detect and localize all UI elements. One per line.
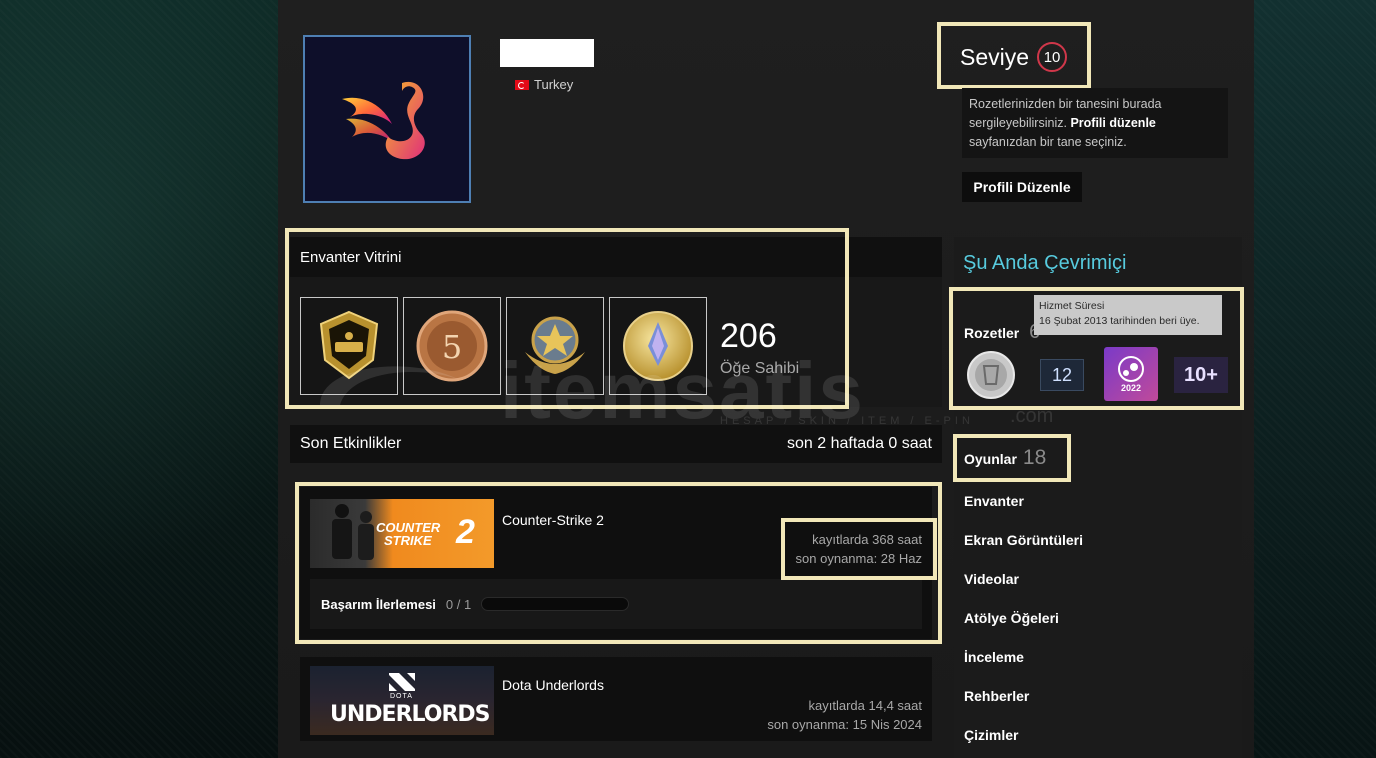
profile-country: Turkey [515, 77, 573, 92]
underlords-title-text: UNDERLORDS [330, 702, 490, 727]
dota-logo-icon [389, 673, 415, 691]
inventory-item[interactable] [506, 297, 604, 395]
edit-profile-button[interactable]: Profili Düzenle [962, 172, 1082, 202]
game-capsule-cs2[interactable]: COUNTER STRIKE 2 [310, 499, 494, 568]
game-hours-cs2: kayıtlarda 368 saat [812, 532, 922, 547]
inventory-item[interactable] [300, 297, 398, 395]
swan-logo-icon [342, 81, 425, 160]
badge-showcase-note: Rozetlerinizden bir tanesini burada serg… [962, 88, 1228, 158]
steam-icon [1118, 356, 1144, 382]
service-coin-icon [967, 351, 1015, 399]
sidebar-link-screenshots[interactable]: Ekran Görüntüleri [964, 532, 1083, 548]
profile-page: Turkey Seviye 10 Rozetlerinizden bir tan… [278, 0, 1254, 758]
veteran-coin-icon: 5 [416, 310, 488, 382]
inventory-count-label: Öğe Sahibi [720, 360, 800, 377]
cs2-logo-text-2: STRIKE [384, 533, 432, 548]
star-medal-icon [525, 316, 585, 374]
sidebar-link-inventory[interactable]: Envanter [964, 493, 1024, 509]
badge-tooltip: Hizmet Süresi 16 Şubat 2013 tarihinden b… [1034, 295, 1222, 335]
game-last-played-underlords: son oynanma: 15 Nis 2024 [767, 717, 922, 732]
recent-activity-title: Son Etkinlikler [300, 435, 402, 452]
background-left [0, 0, 278, 758]
badges-link[interactable]: Rozetler 6 [964, 321, 1040, 344]
badges-label: Rozetler [964, 325, 1020, 341]
game-last-played-cs2: son oynanma: 28 Haz [795, 551, 922, 566]
turkey-flag-icon [515, 79, 529, 90]
profile-level: Seviye 10 [960, 42, 1068, 72]
country-label: Turkey [534, 77, 574, 92]
inventory-showcase-body: 5 206 Öğe Sahibi [290, 277, 942, 407]
game-stats-underlords: kayıtlarda 14,4 saat son oynanma: 15 Nis… [767, 696, 922, 734]
tooltip-title: Hizmet Süresi [1039, 300, 1105, 312]
games-link[interactable]: Oyunlar 18 [964, 446, 1046, 470]
profile-sidebar: Şu Anda Çevrimiçi Rozetler 6 Hizmet Süre… [954, 237, 1242, 758]
cs2-logo: COUNTER STRIKE [376, 521, 440, 547]
profile-avatar[interactable] [303, 35, 471, 203]
csgo-medal-icon [319, 310, 379, 380]
years-badge[interactable]: 12 [1040, 359, 1084, 391]
inventory-item[interactable] [609, 297, 707, 395]
sidebar-link-videos[interactable]: Videolar [964, 571, 1019, 587]
plus-badge[interactable]: 10+ [1174, 357, 1228, 393]
online-status: Şu Anda Çevrimiçi [963, 252, 1127, 274]
steam-year-badge[interactable]: 2022 [1104, 347, 1158, 401]
sidebar-link-reviews[interactable]: İnceleme [964, 649, 1024, 665]
game-name-underlords[interactable]: Dota Underlords [502, 677, 604, 693]
level-badge: 10 [1037, 42, 1068, 72]
background-right [1254, 0, 1376, 758]
game-row-cs2: COUNTER STRIKE 2 Counter-Strike 2 kayıtl… [300, 487, 932, 639]
tooltip-text: 16 Şubat 2013 tarihinden beri üye. [1039, 315, 1200, 327]
achievement-value: 0 / 1 [445, 596, 472, 612]
recent-activity-header: Son Etkinlikler son 2 haftada 0 saat [290, 425, 942, 463]
games-count: 18 [1022, 446, 1047, 469]
game-name-cs2[interactable]: Counter-Strike 2 [502, 512, 604, 528]
sidebar-link-artwork[interactable]: Çizimler [964, 727, 1018, 743]
game-hours-underlords: kayıtlarda 14,4 saat [808, 698, 922, 713]
games-label: Oyunlar [964, 451, 1017, 467]
sidebar-link-workshop[interactable]: Atölye Öğeleri [964, 610, 1059, 626]
inventory-item[interactable]: 5 [403, 297, 501, 395]
showcase-note-text-2: sayfanızdan bir tane seçiniz. [969, 135, 1127, 149]
achievement-label: Başarım İlerlemesi [321, 596, 436, 612]
achievement-progress-track [481, 597, 630, 611]
level-label: Seviye [960, 43, 1030, 70]
inventory-showcase-title: Envanter Vitrini [290, 237, 942, 277]
inventory-count[interactable]: 206 [720, 317, 777, 356]
game-stats-cs2: kayıtlarda 368 saat son oynanma: 28 Haz [796, 530, 922, 568]
steam-year-label: 2022 [1120, 383, 1142, 393]
service-badge[interactable] [966, 350, 1016, 400]
game-row-underlords: DOTA UNDERLORDS Dota Underlords kayıtlar… [300, 657, 932, 741]
svg-text:5: 5 [442, 328, 462, 366]
inventory-showcase: Envanter Vitrini 5 206 Öğe Sahibi [290, 237, 942, 407]
sidebar-link-guides[interactable]: Rehberler [964, 688, 1029, 704]
plus-badge-label: 10+ [1184, 363, 1218, 386]
cs-coin-icon [623, 311, 693, 381]
profile-name-redacted [500, 39, 594, 67]
cs2-logo-number: 2 [456, 513, 475, 551]
achievement-progress-cs2[interactable]: Başarım İlerlemesi 0 / 1 [310, 579, 922, 629]
recent-activity-summary: son 2 haftada 0 saat [787, 435, 932, 452]
edit-profile-link[interactable]: Profili düzenle [1070, 116, 1155, 130]
years-badge-label: 12 [1051, 364, 1073, 385]
underlords-dota-text: DOTA [390, 693, 413, 700]
game-capsule-underlords[interactable]: DOTA UNDERLORDS [310, 666, 494, 735]
